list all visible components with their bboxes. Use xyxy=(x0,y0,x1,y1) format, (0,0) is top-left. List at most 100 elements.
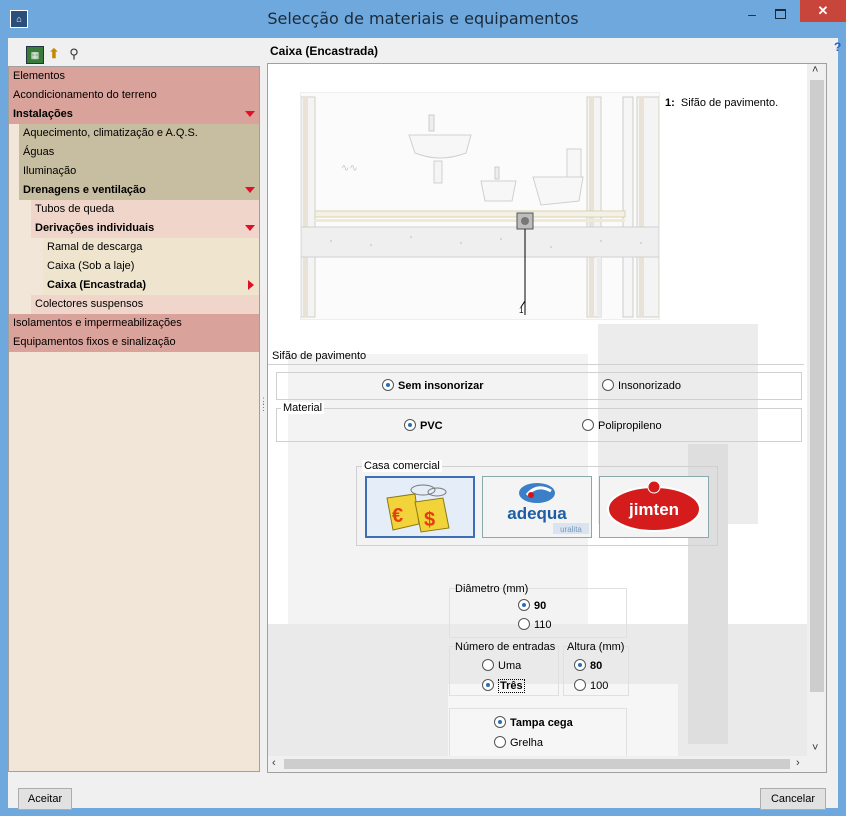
tree-item-label: Instalações xyxy=(13,108,73,120)
svg-text:∿∿: ∿∿ xyxy=(341,163,358,174)
tree-item-label: Equipamentos fixos e sinalização xyxy=(13,336,176,348)
selected-arrow-icon[interactable] xyxy=(248,280,254,290)
bathroom-section-diagram: ∿∿ 1 xyxy=(300,96,660,318)
tree-item[interactable]: Caixa (Sob a laje) xyxy=(43,257,259,276)
radio-insonorizado[interactable]: Insonorizado xyxy=(602,378,681,394)
tree-item[interactable]: Tubos de queda xyxy=(31,200,259,219)
radio-indicator xyxy=(574,679,586,691)
radio-label: 80 xyxy=(590,660,603,672)
scroll-down-icon[interactable]: ˅ xyxy=(812,742,818,754)
tree-item[interactable]: Acondicionamento do terreno xyxy=(9,86,259,105)
tree-item-label: Ramal de descarga xyxy=(47,241,143,253)
insonorizar-group xyxy=(276,372,802,400)
window-title: Selecção de materiais e equipamentos xyxy=(267,9,579,28)
radio-tampa-cega[interactable]: Tampa cega xyxy=(494,715,573,731)
tree-item[interactable]: Derivações individuais xyxy=(31,219,259,238)
maximize-button[interactable] xyxy=(768,4,792,24)
help-icon[interactable]: ? xyxy=(834,40,841,54)
tree-item[interactable]: Isolamentos e impermeabilizações xyxy=(9,314,259,333)
radio-label: Grelha xyxy=(510,737,544,749)
splitter-grip[interactable]: ⋮⋮ xyxy=(259,397,268,422)
scroll-right-icon[interactable]: › xyxy=(796,757,800,769)
radio-grelha[interactable]: Grelha xyxy=(494,735,543,751)
altura-label: Altura (mm) xyxy=(567,641,625,653)
material-label: Material xyxy=(281,402,325,414)
radio-label: Insonorizado xyxy=(618,380,681,392)
horizontal-scroll-thumb[interactable] xyxy=(284,759,790,769)
tree-item[interactable]: Caixa (Encastrada) xyxy=(43,276,259,295)
radio-altura-80[interactable]: 80 xyxy=(574,658,602,674)
radio-indicator xyxy=(482,659,494,671)
radio-polipropileno[interactable]: Polipropileno xyxy=(582,418,662,434)
accept-button[interactable]: Aceitar xyxy=(18,788,72,810)
callout-text: Sifão de pavimento. xyxy=(680,97,779,109)
radio-indicator xyxy=(518,618,530,630)
brand-generic-button[interactable]: € $ xyxy=(365,476,475,538)
cancel-button[interactable]: Cancelar xyxy=(760,788,826,810)
scroll-corner xyxy=(808,756,826,772)
radio-indicator xyxy=(494,736,506,748)
brand-jimten-button[interactable]: jimten xyxy=(599,476,709,538)
tree-item-label: Acondicionamento do terreno xyxy=(13,89,157,101)
scroll-up-icon[interactable]: ˄ xyxy=(812,64,818,76)
tree-item-label: Aquecimento, climatização e A.Q.S. xyxy=(23,127,198,139)
svg-text:€: € xyxy=(392,505,403,527)
callout-number: 1: xyxy=(665,97,675,109)
binoculars-icon[interactable]: ⚲ xyxy=(66,46,82,62)
maximize-icon xyxy=(775,9,786,19)
radio-label: 100 xyxy=(590,680,609,692)
radio-indicator xyxy=(494,716,506,728)
tree-item[interactable]: Colectores suspensos xyxy=(31,295,259,314)
tree-item[interactable]: Iluminação xyxy=(19,162,259,181)
radio-entradas-uma[interactable]: Uma xyxy=(482,658,521,674)
radio-label: Sem insonorizar xyxy=(398,380,484,392)
tree-item[interactable]: Instalações xyxy=(9,105,259,124)
collapse-arrow-icon[interactable] xyxy=(245,187,255,193)
radio-label: Polipropileno xyxy=(598,420,662,432)
radio-label: Uma xyxy=(498,660,522,672)
radio-indicator xyxy=(382,379,394,391)
vertical-scroll-thumb[interactable] xyxy=(810,80,824,692)
tree-item-label: Colectores suspensos xyxy=(35,298,144,310)
section-divider xyxy=(268,364,804,365)
tree-item[interactable]: Águas xyxy=(19,143,259,162)
drain-illustration: ∿∿ 1 xyxy=(300,92,660,320)
up-arrow-icon[interactable]: ⬆ xyxy=(46,46,62,62)
radio-indicator xyxy=(482,679,494,691)
radio-sem-insonorizar[interactable]: Sem insonorizar xyxy=(382,378,484,394)
radio-entradas-tres[interactable]: Três xyxy=(482,678,525,694)
radio-altura-100[interactable]: 100 xyxy=(574,678,608,694)
tree-item[interactable]: Elementos xyxy=(9,67,259,86)
tree-item-label: Caixa (Sob a laje) xyxy=(47,260,135,272)
tree-item[interactable]: Equipamentos fixos e sinalização xyxy=(9,333,259,352)
tree-item-label: Elementos xyxy=(13,70,65,82)
casa-comercial-label: Casa comercial xyxy=(362,460,442,472)
panel-title: Caixa (Encastrada) xyxy=(270,44,379,58)
scroll-left-icon[interactable]: ‹ xyxy=(272,757,276,769)
radio-diametro-110[interactable]: 110 xyxy=(518,617,552,633)
radio-label: Três xyxy=(498,679,525,693)
tree-item-label: Caixa (Encastrada) xyxy=(47,279,147,291)
tree-item-label: Derivações individuais xyxy=(35,222,155,234)
svg-text:$: $ xyxy=(424,509,435,531)
radio-label: 110 xyxy=(534,619,552,631)
radio-diametro-90[interactable]: 90 xyxy=(518,598,546,614)
collapse-arrow-icon[interactable] xyxy=(245,225,255,231)
radio-indicator xyxy=(518,599,530,611)
minimize-button[interactable]: – xyxy=(740,4,764,24)
mep-icon[interactable]: ▦ xyxy=(26,46,44,64)
jimten-logo: jimten xyxy=(607,480,701,532)
tree-item[interactable]: Drenagens e ventilação xyxy=(19,181,259,200)
radio-pvc[interactable]: PVC xyxy=(404,418,443,434)
adequa-logo: adequa uralita xyxy=(507,483,589,534)
material-group xyxy=(276,408,802,442)
tree-item[interactable]: Aquecimento, climatização e A.Q.S. xyxy=(19,124,259,143)
tree-item-label: Iluminação xyxy=(23,165,77,177)
close-button[interactable]: ✕ xyxy=(800,0,846,22)
entradas-label: Número de entradas xyxy=(455,641,556,653)
collapse-arrow-icon[interactable] xyxy=(245,111,255,117)
adequa-subtext: uralita xyxy=(560,525,582,534)
brand-adequa-button[interactable]: adequa uralita xyxy=(482,476,592,538)
tree-item[interactable]: Ramal de descarga xyxy=(43,238,259,257)
tree-item-label: Drenagens e ventilação xyxy=(23,184,146,196)
